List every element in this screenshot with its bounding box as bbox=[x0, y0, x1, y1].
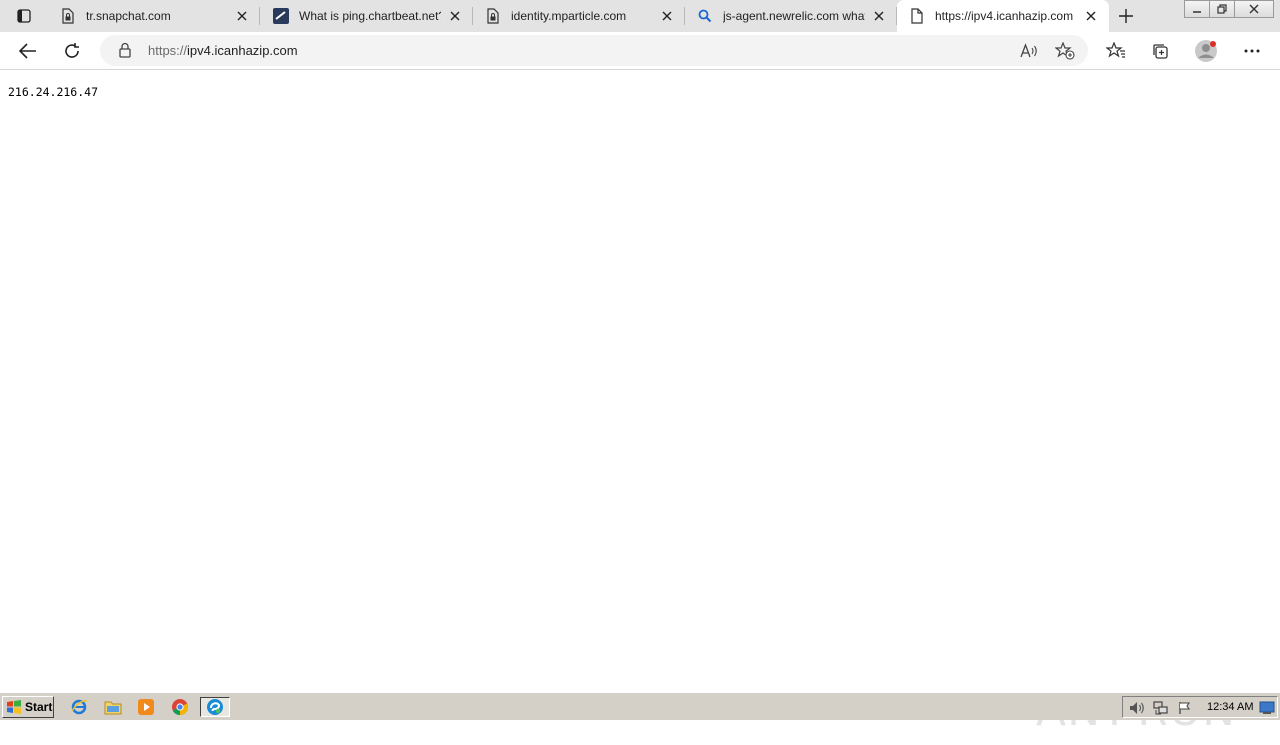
tab-actions-icon bbox=[17, 9, 31, 23]
tab-actions-button[interactable] bbox=[10, 6, 38, 26]
start-label: Start bbox=[25, 700, 53, 714]
tab-close-button[interactable] bbox=[871, 8, 887, 24]
back-button[interactable] bbox=[14, 37, 42, 65]
browser-toolbar: https://ipv4.icanhazip.com bbox=[0, 32, 1280, 70]
show-desktop-icon[interactable] bbox=[1259, 700, 1275, 716]
star-add-icon bbox=[1055, 42, 1075, 60]
restore-button[interactable] bbox=[1209, 0, 1235, 18]
tab-title: identity.mparticle.com bbox=[511, 9, 627, 23]
plus-icon bbox=[1119, 9, 1133, 23]
tab-4[interactable]: js-agent.newrelic.com what bbox=[685, 0, 897, 32]
url-host: ipv4.icanhazip.com bbox=[187, 43, 298, 58]
tab-close-button[interactable] bbox=[659, 8, 675, 24]
tab-title: https://ipv4.icanhazip.com bbox=[935, 9, 1074, 23]
address-bar[interactable]: https://ipv4.icanhazip.com bbox=[100, 35, 1088, 66]
system-tray: 12:34 AM bbox=[1122, 696, 1278, 718]
media-player-launcher[interactable] bbox=[135, 697, 157, 717]
collections-button[interactable] bbox=[1146, 37, 1174, 65]
chartbeat-logo-icon bbox=[273, 8, 289, 24]
avatar-icon bbox=[1195, 40, 1217, 62]
favorites-icon bbox=[1106, 42, 1125, 58]
tab-1[interactable]: tr.snapchat.com bbox=[48, 0, 260, 32]
volume-icon[interactable] bbox=[1129, 700, 1145, 716]
tab-2[interactable]: What is ping.chartbeat.net? bbox=[261, 0, 473, 32]
minimize-icon bbox=[1193, 11, 1201, 13]
start-button[interactable]: Start bbox=[2, 696, 54, 718]
tab-strip: tr.snapchat.com What is ping.chartbeat.n… bbox=[0, 0, 1280, 32]
close-icon bbox=[450, 11, 460, 21]
ie-launcher[interactable] bbox=[68, 697, 90, 717]
tab-title: js-agent.newrelic.com what bbox=[723, 9, 865, 23]
new-tab-button[interactable] bbox=[1115, 6, 1137, 26]
read-aloud-button[interactable] bbox=[1018, 40, 1040, 62]
folder-icon bbox=[104, 701, 122, 715]
taskbar: Start 12:34 AM bbox=[0, 692, 1280, 720]
page-icon bbox=[909, 8, 925, 24]
back-arrow-icon bbox=[19, 43, 36, 59]
close-icon bbox=[662, 11, 672, 21]
close-icon bbox=[874, 11, 884, 21]
tab-title: tr.snapchat.com bbox=[86, 9, 171, 23]
refresh-icon bbox=[65, 43, 79, 58]
lock-icon[interactable] bbox=[118, 42, 132, 58]
page-content: 216.24.216.47 ANY RUN bbox=[0, 71, 1280, 736]
favorites-button[interactable] bbox=[1102, 37, 1130, 65]
media-player-icon bbox=[138, 699, 154, 715]
refresh-button[interactable] bbox=[58, 37, 86, 65]
close-icon bbox=[237, 11, 247, 21]
tab-5-active[interactable]: https://ipv4.icanhazip.com bbox=[897, 0, 1109, 32]
minimize-button[interactable] bbox=[1184, 0, 1210, 18]
page-lock-icon bbox=[60, 8, 76, 24]
tab-3[interactable]: identity.mparticle.com bbox=[473, 0, 685, 32]
close-window-button[interactable] bbox=[1234, 0, 1274, 18]
ip-address-text: 216.24.216.47 bbox=[8, 85, 99, 99]
collections-icon bbox=[1153, 44, 1168, 59]
add-favorite-button[interactable] bbox=[1054, 40, 1076, 62]
action-center-flag-icon[interactable] bbox=[1177, 700, 1193, 716]
internet-explorer-icon bbox=[71, 699, 88, 715]
url-text[interactable]: https://ipv4.icanhazip.com bbox=[148, 43, 298, 58]
chrome-launcher[interactable] bbox=[169, 697, 191, 717]
close-icon bbox=[1086, 11, 1096, 21]
page-lock-icon bbox=[485, 8, 501, 24]
browser-window: tr.snapchat.com What is ping.chartbeat.n… bbox=[0, 0, 1280, 736]
more-dots-icon bbox=[1244, 49, 1260, 53]
edge-icon bbox=[207, 699, 223, 715]
explorer-launcher[interactable] bbox=[102, 697, 124, 717]
network-icon[interactable] bbox=[1153, 700, 1169, 716]
tab-close-button[interactable] bbox=[1083, 8, 1099, 24]
search-icon bbox=[697, 8, 713, 24]
tab-close-button[interactable] bbox=[234, 8, 250, 24]
tab-close-button[interactable] bbox=[447, 8, 463, 24]
windows-flag-icon bbox=[7, 700, 21, 714]
url-scheme: https:// bbox=[148, 43, 188, 58]
tab-title: What is ping.chartbeat.net? bbox=[299, 9, 441, 23]
taskbar-clock: 12:34 AM bbox=[1207, 701, 1254, 713]
read-aloud-icon bbox=[1020, 43, 1037, 58]
settings-more-button[interactable] bbox=[1238, 37, 1266, 65]
chrome-icon bbox=[172, 699, 189, 715]
edge-taskbar-button[interactable] bbox=[200, 697, 230, 717]
close-icon bbox=[1249, 4, 1259, 14]
profile-button[interactable] bbox=[1192, 37, 1220, 65]
restore-icon bbox=[1217, 4, 1227, 14]
